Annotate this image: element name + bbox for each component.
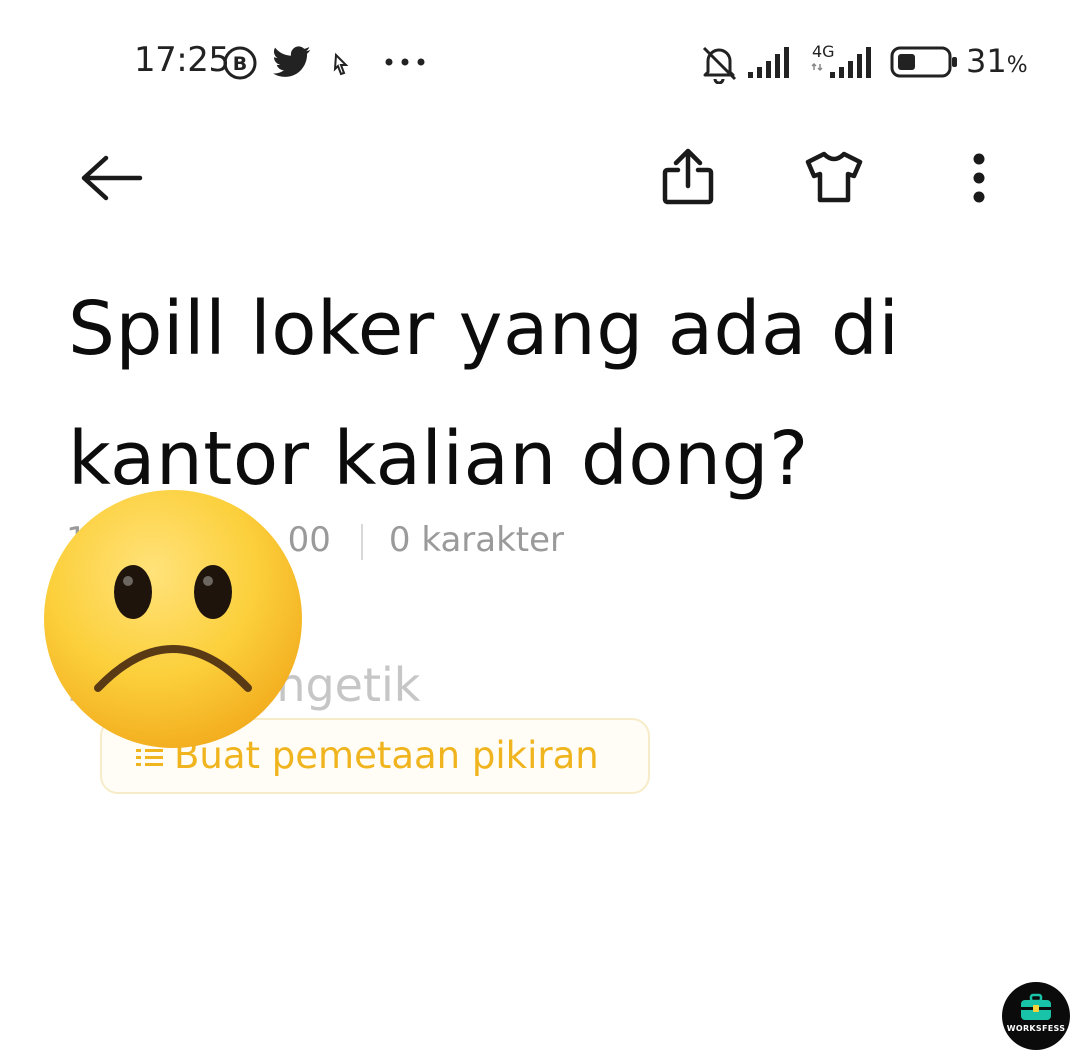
svg-text:B: B	[233, 53, 247, 75]
watermark-label: WORKSFESS	[1006, 1024, 1066, 1033]
more-dots-icon	[385, 58, 425, 66]
bereal-b-icon: B	[223, 46, 257, 80]
status-bar: 17:25 B 4G 31%	[0, 0, 1080, 120]
network-type-label: 4G	[812, 42, 835, 61]
signal-icon	[748, 47, 789, 78]
twitter-icon	[273, 46, 311, 77]
frowning-face-emoji	[44, 490, 302, 748]
bell-off-icon	[702, 46, 737, 84]
battery-icon	[890, 46, 957, 78]
theme-shirt-icon[interactable]	[802, 150, 866, 204]
signal-4g-icon: 4G	[811, 42, 871, 78]
note-title[interactable]: Spill loker yang ada di kantor kalian do…	[68, 264, 968, 524]
briefcase-icon	[1021, 993, 1051, 1020]
battery-percent: 31%	[966, 42, 1028, 80]
cursor-icon	[333, 52, 349, 76]
char-count: 0 karakter	[388, 520, 565, 560]
worksfess-watermark: WORKSFESS	[1002, 982, 1070, 1050]
more-vertical-icon[interactable]	[966, 152, 992, 204]
share-icon[interactable]	[660, 146, 716, 206]
status-time: 17:25	[134, 40, 230, 80]
back-arrow-icon[interactable]	[78, 152, 144, 204]
note-title-line-1: Spill loker yang ada di	[68, 286, 900, 372]
meta-divider	[360, 523, 363, 560]
